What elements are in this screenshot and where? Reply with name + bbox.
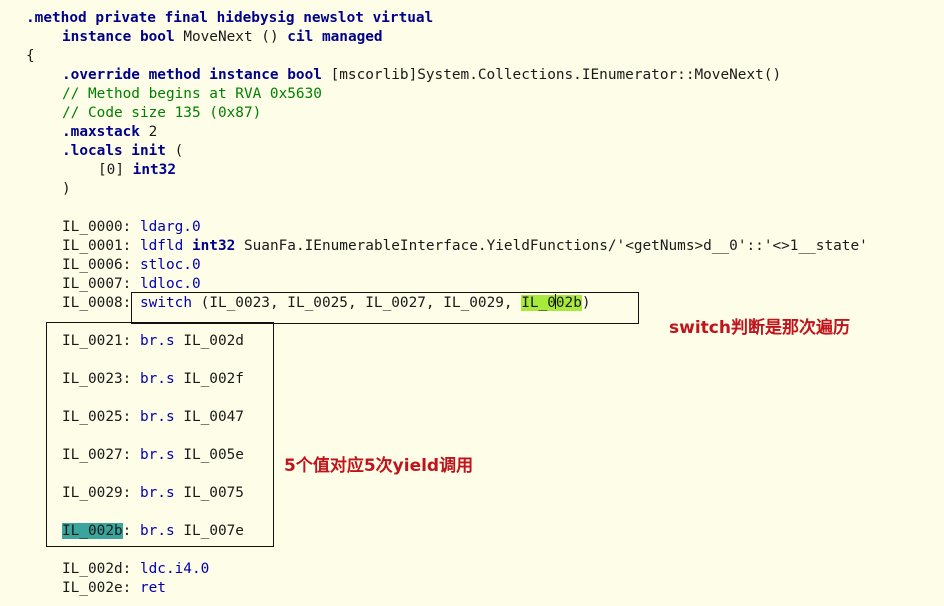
- instruction-opcode: stloc.0: [139, 257, 201, 273]
- locals-close-paren: ): [62, 181, 71, 197]
- switch-annotation-note: switch判断是那次遍历: [669, 318, 850, 338]
- instruction-opcode: ldarg.0: [139, 219, 201, 235]
- method-keyword: .method: [26, 10, 87, 26]
- locals-line: .locals init (: [62, 142, 183, 161]
- maxstack-line: .maxstack 2: [62, 123, 157, 142]
- instruction-line: IL_002d: ldc.i4.0: [62, 560, 209, 579]
- cil-managed-keyword: cil managed: [287, 29, 383, 45]
- method-signature: instance bool MoveNext () cil managed: [62, 28, 383, 47]
- instruction-opcode: ldloc.0: [139, 276, 201, 292]
- instruction-opcode: ret: [139, 580, 166, 596]
- instruction-label: IL_002e:: [62, 580, 132, 596]
- locals-keyword: .locals init: [62, 143, 166, 159]
- bool-keyword: bool: [139, 29, 175, 45]
- override-line: .override method instance bool [mscorlib…: [62, 66, 781, 85]
- method-name: MoveNext (): [183, 29, 279, 45]
- instruction-label: IL_0001:: [62, 238, 132, 254]
- override-keyword: .override method instance bool: [62, 67, 322, 83]
- comment-code-size: // Code size 135 (0x87): [62, 105, 262, 121]
- instance-keyword: instance: [62, 29, 132, 45]
- instruction-label: IL_0006:: [62, 257, 132, 273]
- switch-annotation-box: [131, 292, 639, 324]
- instruction-line: IL_0001: ldfld int32 SuanFa.IEnumerableI…: [62, 237, 868, 256]
- open-brace: {: [26, 48, 35, 64]
- instruction-label: IL_0007:: [62, 276, 132, 292]
- instruction-label: IL_0008: [62, 295, 123, 311]
- method-declaration: .method private final hidebysig newslot …: [26, 9, 433, 28]
- branch-table-annotation-box: [46, 322, 274, 547]
- instruction-label: IL_0000:: [62, 219, 132, 235]
- instruction-opcode: ldc.i4.0: [139, 561, 210, 577]
- instruction-type: int32: [191, 238, 236, 254]
- instruction-operand: SuanFa.IEnumerableInterface.YieldFunctio…: [243, 238, 868, 254]
- instruction-line: IL_0000: ldarg.0: [62, 218, 201, 237]
- instruction-line: IL_002e: ret: [62, 579, 166, 598]
- override-target: [mscorlib]System.Collections.IEnumerator…: [330, 67, 782, 83]
- yield-annotation-note: 5个值对应5次yield调用: [284, 456, 474, 476]
- maxstack-keyword: .maxstack: [62, 124, 140, 140]
- locals-open-paren: (: [174, 143, 184, 159]
- method-modifiers: private final hidebysig newslot virtual: [95, 10, 434, 26]
- instruction-line: IL_0006: stloc.0: [62, 256, 201, 275]
- local-0-type: int32: [132, 162, 176, 178]
- local-0-index: [0]: [98, 162, 124, 178]
- maxstack-value: 2: [148, 124, 158, 140]
- instruction-opcode: ldfld: [139, 238, 184, 254]
- instruction-label: IL_002d:: [62, 561, 132, 577]
- comment-rva: // Method begins at RVA 0x5630: [62, 86, 322, 102]
- local-0: [0] int32: [98, 161, 176, 180]
